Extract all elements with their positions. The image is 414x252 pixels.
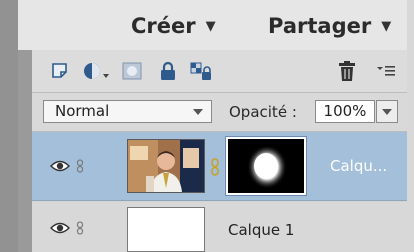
layers-toolbar — [32, 50, 407, 93]
opacity-label: Opacité : — [229, 103, 297, 121]
blend-mode-chevron-down-icon — [193, 109, 203, 115]
layer-row[interactable]: Calque 1 — [32, 202, 407, 252]
new-layer-icon[interactable] — [48, 59, 72, 83]
blend-options-row: Normal Opacité : 100% — [32, 93, 407, 132]
link-indicator-icon — [76, 159, 84, 173]
opacity-input[interactable]: 100% — [315, 100, 375, 123]
layer-thumbnail[interactable] — [127, 207, 205, 252]
create-menu-label: Créer — [131, 14, 196, 38]
link-indicator-icon — [76, 221, 84, 235]
trash-icon[interactable] — [335, 59, 359, 83]
visibility-eye-icon[interactable] — [50, 221, 70, 235]
left-edge-panel — [0, 0, 18, 252]
layer-name[interactable]: Calque 1 — [228, 221, 294, 239]
lock-transparency-icon[interactable] — [189, 59, 213, 83]
adjustment-layer-icon[interactable] — [82, 59, 112, 83]
layer-row-selected[interactable]: Calqu... — [32, 132, 407, 201]
layer-name[interactable]: Calqu... — [330, 157, 387, 175]
opacity-dropdown-button[interactable] — [376, 100, 398, 123]
layer-photo-thumbnail[interactable] — [127, 139, 205, 193]
share-menu[interactable]: Partager ▼ — [268, 14, 391, 38]
create-chevron-down-icon: ▼ — [205, 18, 216, 34]
top-bar: Créer ▼ Partager ▼ — [18, 0, 407, 50]
share-menu-label: Partager — [268, 14, 372, 38]
blend-mode-value: Normal — [55, 102, 110, 120]
layers-panel: Normal Opacité : 100% Calqu... Calque 1 — [32, 50, 407, 252]
mask-link-chain-icon[interactable] — [210, 158, 220, 176]
create-menu[interactable]: Créer ▼ — [131, 14, 216, 38]
right-edge-panel — [407, 0, 414, 252]
blend-mode-select[interactable]: Normal — [43, 100, 212, 123]
layer-mask-thumbnail[interactable] — [225, 136, 307, 196]
panel-menu-icon[interactable] — [374, 59, 398, 83]
share-chevron-down-icon: ▼ — [381, 18, 392, 34]
opacity-chevron-down-icon — [382, 109, 392, 115]
visibility-eye-icon[interactable] — [50, 159, 70, 173]
lock-icon[interactable] — [156, 59, 180, 83]
add-mask-icon[interactable] — [120, 59, 144, 83]
